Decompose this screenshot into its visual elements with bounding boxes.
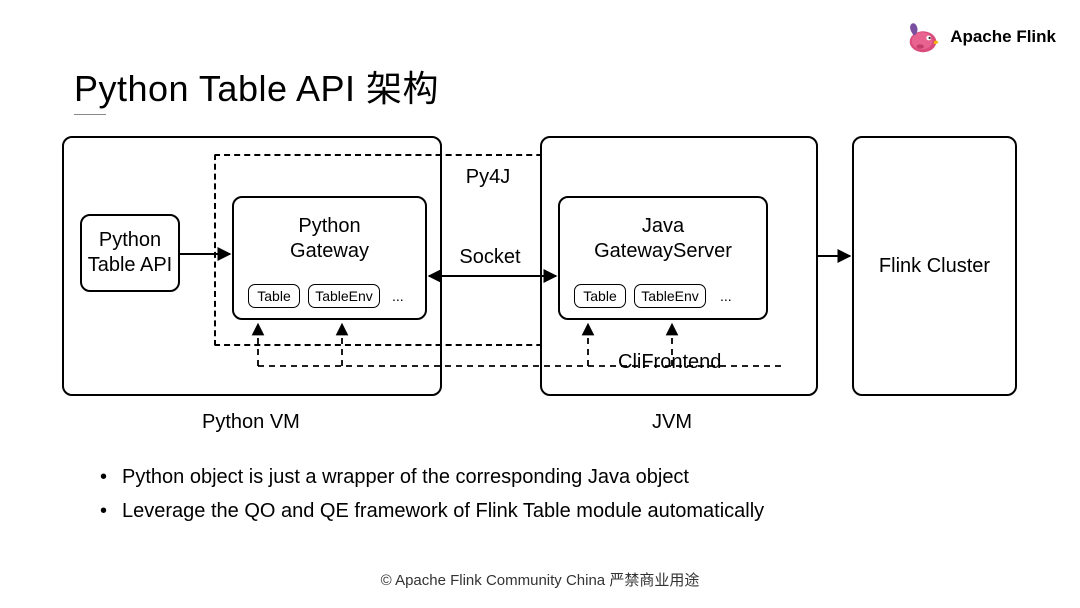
java-table-chip: Table	[574, 284, 626, 308]
architecture-diagram: Py4J Python Table API Python Gateway Tab…	[62, 136, 1022, 446]
python-table-api-box: Python Table API	[80, 214, 180, 292]
py-table-chip: Table	[248, 284, 300, 308]
py4j-label: Py4J	[448, 166, 528, 189]
cluster-label: Flink Cluster	[879, 254, 990, 279]
footer-text: © Apache Flink Community China 严禁商业用途	[0, 569, 1080, 590]
api-line2: Table API	[88, 253, 173, 278]
brand-text: Apache Flink	[950, 27, 1056, 47]
py-more-chip: ...	[392, 288, 404, 304]
python-gateway-box: Python Gateway Table TableEnv ...	[232, 196, 427, 320]
java-gatewayserver-box: Java GatewayServer Table TableEnv ...	[558, 196, 768, 320]
jvm-label: JVM	[652, 411, 692, 434]
brand-header: Apache Flink	[904, 18, 1056, 56]
gateway-line2: Gateway	[234, 239, 425, 264]
javagw-line1: Java	[560, 214, 766, 239]
api-line1: Python	[88, 228, 173, 253]
gateway-line1: Python	[234, 214, 425, 239]
java-tableenv-chip: TableEnv	[634, 284, 706, 308]
bullet-item: Leverage the QO and QE framework of Flin…	[100, 494, 764, 528]
notes-list: Python object is just a wrapper of the c…	[100, 460, 764, 528]
python-vm-label: Python VM	[202, 411, 300, 434]
bullet-item: Python object is just a wrapper of the c…	[100, 460, 764, 494]
java-more-chip: ...	[720, 288, 732, 304]
clifrontend-label: CliFrontend	[618, 351, 721, 374]
flink-cluster-box: Flink Cluster	[852, 136, 1017, 396]
javagw-line2: GatewayServer	[560, 239, 766, 264]
flink-logo-icon	[904, 18, 942, 56]
py-tableenv-chip: TableEnv	[308, 284, 380, 308]
page-title: Python Table API 架构	[74, 60, 439, 112]
socket-label: Socket	[450, 246, 530, 269]
title-underline	[74, 114, 106, 115]
